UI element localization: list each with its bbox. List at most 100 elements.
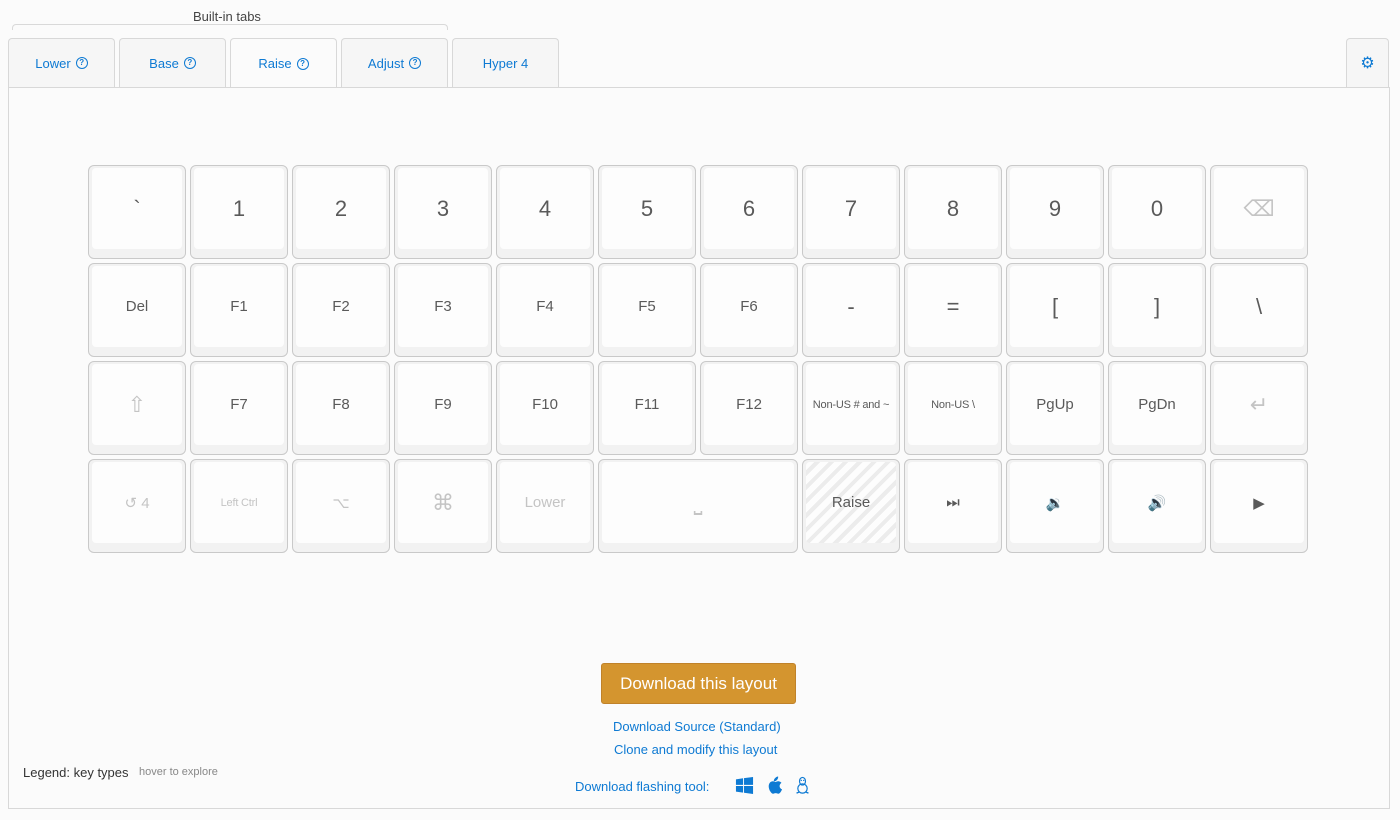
key-1[interactable]: 1 (190, 165, 288, 259)
tab-label: Lower (35, 55, 71, 71)
key-f9[interactable]: F9 (394, 361, 492, 455)
key-space[interactable]: ⎵ (598, 459, 798, 553)
key-label: F5 (602, 266, 692, 347)
key-non-us-and[interactable]: Non-US # and ~ (802, 361, 900, 455)
key-f1[interactable]: F1 (190, 263, 288, 357)
key-shift[interactable]: ⇧ (88, 361, 186, 455)
key-label: 7 (806, 168, 896, 249)
key-0[interactable]: 0 (1108, 165, 1206, 259)
key-label: = (908, 266, 998, 347)
key-label: 0 (1112, 168, 1202, 249)
key-f5[interactable]: F5 (598, 263, 696, 357)
key-6[interactable]: 6 (700, 165, 798, 259)
key-label: F12 (704, 364, 794, 445)
key-7[interactable]: 7 (802, 165, 900, 259)
tab-label: Hyper 4 (482, 55, 529, 71)
key-label: 6 (704, 168, 794, 249)
key-label: F7 (194, 364, 284, 445)
key-8[interactable]: 8 (904, 165, 1002, 259)
key-label: F11 (602, 364, 692, 445)
key-f6[interactable]: F6 (700, 263, 798, 357)
windows-icon[interactable] (735, 776, 755, 796)
key-backspace[interactable]: ⌫ (1210, 165, 1308, 259)
key-f12[interactable]: F12 (700, 361, 798, 455)
volume-up-icon: 🔊 (1112, 462, 1202, 543)
key-3[interactable]: 3 (394, 165, 492, 259)
legend-hint: hover to explore (139, 766, 218, 778)
gear-icon: ⚙ (1360, 55, 1375, 72)
key-symbol[interactable]: ` (88, 165, 186, 259)
key-label: Raise (806, 462, 896, 543)
key-option[interactable]: ⌥ (292, 459, 390, 553)
key-label: 8 (908, 168, 998, 249)
key-label: PgDn (1112, 364, 1202, 445)
key-non-us[interactable]: Non-US \ (904, 361, 1002, 455)
key-f2[interactable]: F2 (292, 263, 390, 357)
key-volume-down[interactable]: 🔉 (1006, 459, 1104, 553)
key-4[interactable]: 4 (496, 165, 594, 259)
key-pgdn[interactable]: PgDn (1108, 361, 1206, 455)
key-label: Left Ctrl (194, 462, 284, 543)
key-raise[interactable]: Raise (802, 459, 900, 553)
help-icon[interactable]: ? (75, 57, 88, 69)
key-f11[interactable]: F11 (598, 361, 696, 455)
clone-modify-link[interactable]: Clone and modify this layout (614, 742, 777, 757)
key-label: F6 (704, 266, 794, 347)
apple-icon[interactable] (765, 776, 785, 796)
key-4[interactable]: ↺ 4 (88, 459, 186, 553)
help-icon[interactable]: ? (409, 57, 422, 69)
key-symbol[interactable]: [ (1006, 263, 1104, 357)
key-label: 2 (296, 168, 386, 249)
key-symbol[interactable]: - (802, 263, 900, 357)
download-layout-button[interactable]: Download this layout (601, 663, 796, 704)
key-volume-up[interactable]: 🔊 (1108, 459, 1206, 553)
key-next-track[interactable]: ⏭ (904, 459, 1002, 553)
key-label: F4 (500, 266, 590, 347)
flash-tool-label: Download flashing tool: (575, 779, 710, 794)
command-icon: ⌘ (398, 462, 488, 543)
key-f3[interactable]: F3 (394, 263, 492, 357)
key-9[interactable]: 9 (1006, 165, 1104, 259)
settings-button[interactable]: ⚙ (1346, 38, 1389, 87)
key-f4[interactable]: F4 (496, 263, 594, 357)
key-label: F3 (398, 266, 488, 347)
key-pgup[interactable]: PgUp (1006, 361, 1104, 455)
key-f7[interactable]: F7 (190, 361, 288, 455)
key-f8[interactable]: F8 (292, 361, 390, 455)
legend-label: Legend: key types (23, 765, 129, 780)
key-label: - (806, 266, 896, 347)
key-label: [ (1010, 266, 1100, 347)
download-source-link[interactable]: Download Source (Standard) (613, 719, 781, 734)
tab-adjust[interactable]: Adjust? (341, 38, 448, 87)
key-symbol[interactable]: ] (1108, 263, 1206, 357)
help-icon[interactable]: ? (183, 57, 196, 69)
key-5[interactable]: 5 (598, 165, 696, 259)
key-label: 4 (500, 168, 590, 249)
key-left-ctrl[interactable]: Left Ctrl (190, 459, 288, 553)
help-icon[interactable]: ? (296, 57, 309, 70)
key-enter[interactable]: ↵ (1210, 361, 1308, 455)
key-symbol[interactable]: = (904, 263, 1002, 357)
next-track-icon: ⏭ (908, 462, 998, 543)
volume-down-icon: 🔉 (1010, 462, 1100, 543)
shift-icon: ⇧ (92, 364, 182, 445)
key-del[interactable]: Del (88, 263, 186, 357)
tab-base[interactable]: Base? (119, 38, 226, 87)
key-lower[interactable]: Lower (496, 459, 594, 553)
key-label: \ (1214, 266, 1304, 347)
linux-icon[interactable] (794, 776, 814, 796)
key-play[interactable]: ▶ (1210, 459, 1308, 553)
key-label: 9 (1010, 168, 1100, 249)
key-label: Del (92, 266, 182, 347)
key-label: F9 (398, 364, 488, 445)
tab-hyper-4[interactable]: Hyper 4 (452, 38, 559, 87)
tab-raise[interactable]: Raise? (230, 38, 337, 88)
key-symbol[interactable]: \ (1210, 263, 1308, 357)
key-label: ] (1112, 266, 1202, 347)
tab-lower[interactable]: Lower? (8, 38, 115, 87)
key-f10[interactable]: F10 (496, 361, 594, 455)
key-label: ` (92, 168, 182, 249)
key-command[interactable]: ⌘ (394, 459, 492, 553)
key-2[interactable]: 2 (292, 165, 390, 259)
enter-icon: ↵ (1214, 364, 1304, 445)
